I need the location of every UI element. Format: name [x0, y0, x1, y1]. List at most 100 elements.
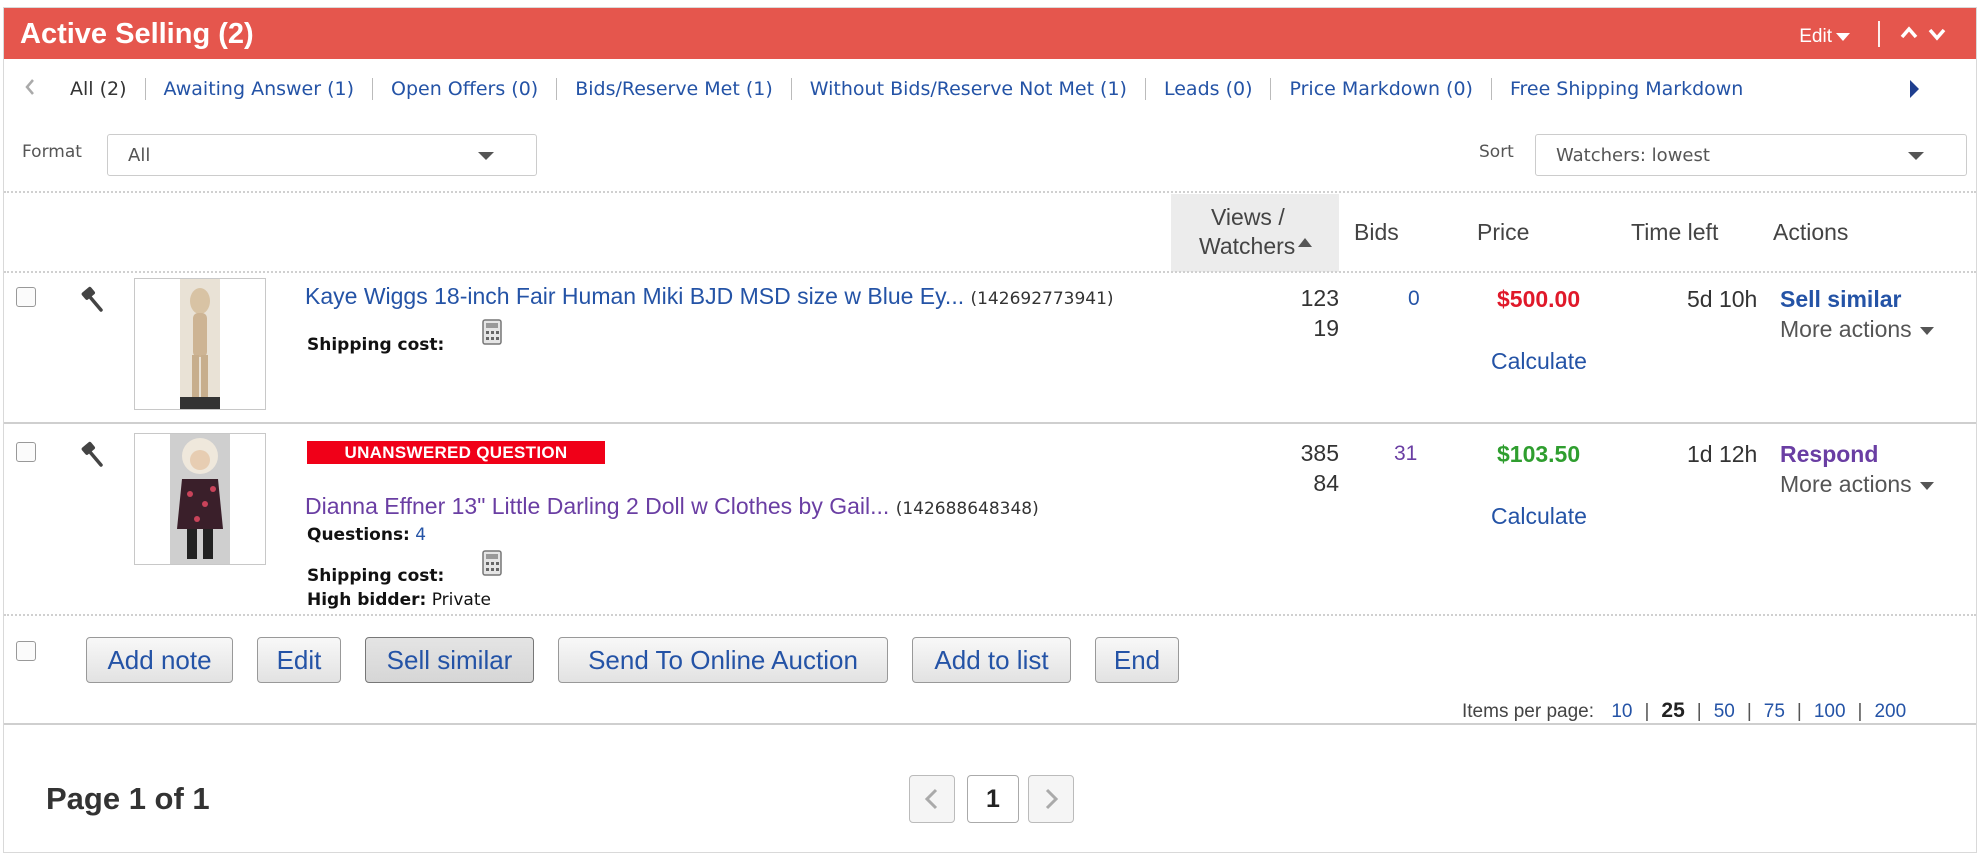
items-per-page: Items per page: 10 | 25 | 50 | 75 | 100 | 200: [1462, 699, 1907, 722]
high-bidder-label: High bidder:: [307, 590, 427, 610]
caret-down-icon: [1919, 326, 1934, 335]
doll-photo: [170, 434, 230, 564]
bids-count[interactable]: 31: [1394, 442, 1417, 466]
caret-down-icon: [1836, 32, 1850, 41]
add-note-button[interactable]: Add note: [86, 637, 233, 683]
tab-without-bids[interactable]: Without Bids/Reserve Not Met (1): [790, 78, 1145, 100]
watchers-count: 19: [1313, 315, 1339, 341]
chevron-left-icon: [924, 788, 938, 810]
gavel-icon: [81, 286, 103, 312]
questions-label: Questions:: [307, 525, 410, 545]
more-actions-label: More actions: [1780, 316, 1912, 342]
calculator-icon[interactable]: [482, 550, 502, 576]
divider: [4, 191, 1976, 193]
sell-similar-button[interactable]: Sell similar: [365, 637, 534, 683]
respond-link[interactable]: Respond: [1780, 441, 1878, 468]
footer-divider: [4, 723, 1976, 725]
row-checkbox[interactable]: [16, 442, 36, 462]
unanswered-question-badge: UNANSWERED QUESTION: [307, 441, 605, 464]
ipp-option-50[interactable]: 50: [1714, 701, 1735, 722]
item-title: Dianna Effner 13" Little Darling 2 Doll …: [305, 493, 890, 519]
watchers-count: 84: [1313, 470, 1339, 496]
item-thumbnail[interactable]: [134, 278, 266, 410]
calculate-link[interactable]: Calculate: [1491, 503, 1587, 530]
filter-tabs-bar: All (2) Awaiting Answer (1) Open Offers …: [4, 72, 1976, 106]
item-price: $500.00: [1497, 286, 1581, 312]
items-per-page-label: Items per page:: [1462, 701, 1595, 722]
tab-all[interactable]: All (2): [62, 78, 145, 100]
col-bids[interactable]: Bids: [1354, 219, 1399, 246]
more-actions-label: More actions: [1780, 471, 1912, 497]
item-price: $103.50: [1497, 441, 1581, 467]
format-label: Format: [22, 142, 82, 162]
col-time-left[interactable]: Time left: [1631, 219, 1718, 246]
page-summary: Page 1 of 1: [46, 781, 210, 816]
ipp-option-200[interactable]: 200: [1874, 701, 1906, 722]
add-to-list-button[interactable]: Add to list: [912, 637, 1071, 683]
tab-bids-reserve-met[interactable]: Bids/Reserve Met (1): [556, 78, 791, 100]
views-count: 385: [1300, 440, 1339, 466]
tab-leads[interactable]: Leads (0): [1144, 78, 1271, 100]
select-all-checkbox[interactable]: [16, 641, 36, 661]
sort-label: Sort: [1479, 142, 1514, 162]
item-thumbnail[interactable]: [134, 433, 266, 565]
more-actions-menu[interactable]: More actions: [1780, 316, 1934, 343]
chevron-right-icon[interactable]: [1908, 78, 1920, 100]
caret-down-icon: [1919, 481, 1934, 490]
calculator-icon[interactable]: [482, 319, 502, 345]
chevron-right-icon: [1045, 788, 1059, 810]
end-button[interactable]: End: [1095, 637, 1179, 683]
ipp-option-10[interactable]: 10: [1611, 701, 1632, 722]
shipping-cost-label: Shipping cost:: [307, 335, 445, 355]
collapse-expand-icon[interactable]: [1896, 22, 1956, 44]
sell-similar-link[interactable]: Sell similar: [1780, 286, 1901, 313]
next-page-button[interactable]: [1028, 775, 1074, 823]
gavel-icon: [81, 441, 103, 467]
doll-photo: [180, 279, 220, 409]
row-checkbox[interactable]: [16, 287, 36, 307]
col-price[interactable]: Price: [1477, 219, 1529, 246]
send-to-online-auction-button[interactable]: Send To Online Auction: [558, 637, 888, 683]
row-divider: [4, 422, 1976, 424]
ipp-option-75[interactable]: 75: [1764, 701, 1785, 722]
shipping-cost-label: Shipping cost:: [307, 566, 445, 586]
more-actions-menu[interactable]: More actions: [1780, 471, 1934, 498]
sort-select[interactable]: Watchers: lowest: [1535, 134, 1967, 176]
format-value: All: [128, 145, 151, 166]
tab-free-shipping-markdown[interactable]: Free Shipping Markdown: [1490, 78, 1761, 100]
format-select[interactable]: All: [107, 134, 537, 176]
prev-page-button[interactable]: [909, 775, 955, 823]
current-page: 1: [967, 775, 1019, 823]
chevron-left-icon[interactable]: [24, 77, 36, 97]
calculate-link[interactable]: Calculate: [1491, 348, 1587, 375]
caret-down-icon: [478, 152, 494, 160]
tab-open-offers[interactable]: Open Offers (0): [372, 78, 556, 100]
ipp-option-25: 25: [1661, 699, 1685, 722]
panel-title: Active Selling (2): [20, 18, 254, 50]
item-title-link[interactable]: Kaye Wiggs 18-inch Fair Human Miki BJD M…: [305, 283, 1114, 310]
sort-ascending-icon: [1298, 238, 1312, 247]
active-selling-panel: Active Selling (2) Edit All (2) Awaiting…: [3, 7, 1977, 853]
edit-menu[interactable]: Edit: [1799, 26, 1850, 48]
ipp-option-100[interactable]: 100: [1814, 701, 1846, 722]
item-id: (142688648348): [895, 499, 1039, 519]
tab-awaiting-answer[interactable]: Awaiting Answer (1): [144, 78, 373, 100]
divider: [4, 271, 1976, 273]
col-actions: Actions: [1773, 219, 1849, 245]
edit-button[interactable]: Edit: [257, 637, 341, 683]
caret-down-icon: [1908, 152, 1924, 160]
header-divider: [1878, 21, 1880, 47]
item-title: Kaye Wiggs 18-inch Fair Human Miki BJD M…: [305, 283, 965, 309]
tab-price-markdown[interactable]: Price Markdown (0): [1270, 78, 1490, 100]
item-title-link[interactable]: Dianna Effner 13" Little Darling 2 Doll …: [305, 493, 1039, 520]
views-count: 123: [1300, 285, 1339, 311]
col-views-line2: Watchers: [1199, 233, 1296, 259]
divider: [4, 614, 1976, 616]
bids-count[interactable]: 0: [1408, 287, 1420, 311]
high-bidder-value: Private: [431, 590, 491, 610]
edit-label: Edit: [1799, 26, 1832, 47]
questions-count[interactable]: 4: [415, 525, 426, 545]
time-left: 1d 12h: [1687, 441, 1758, 467]
sort-value: Watchers: lowest: [1556, 145, 1710, 166]
time-left: 5d 10h: [1687, 286, 1758, 312]
